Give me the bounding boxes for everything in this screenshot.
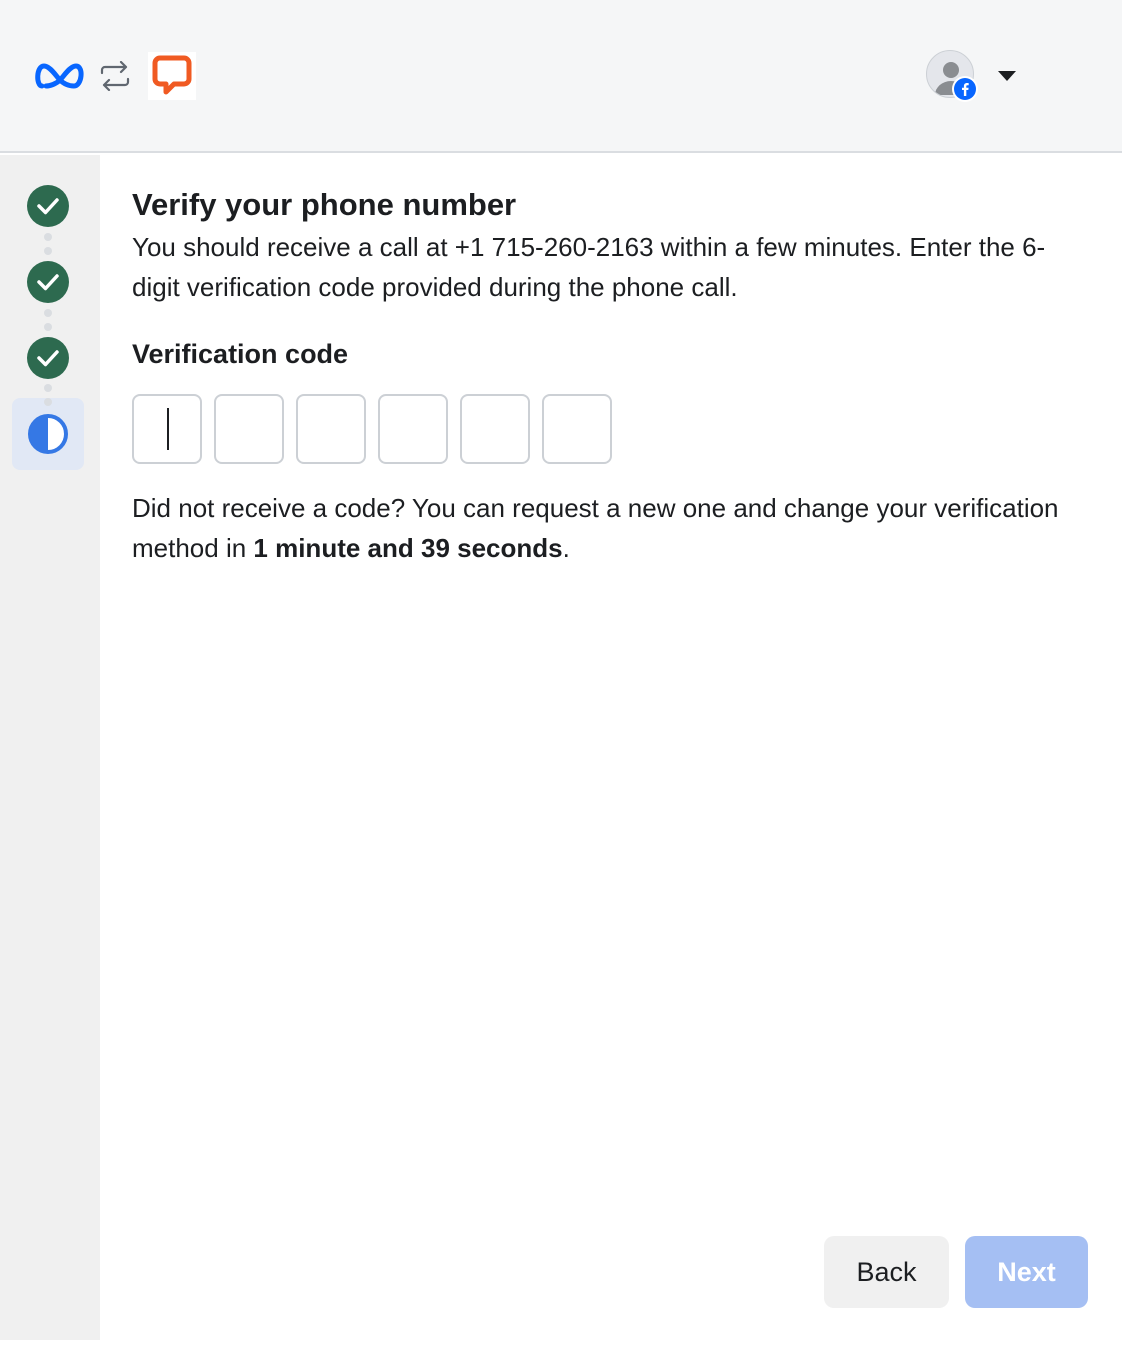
- chat-bubble-logo-icon: [148, 52, 196, 100]
- back-button[interactable]: Back: [824, 1236, 949, 1308]
- step-2-check-circle-icon: [26, 260, 70, 304]
- resend-countdown: 1 minute and 39 seconds: [253, 533, 563, 563]
- step-3-check-circle-icon: [26, 336, 70, 380]
- progress-stepper: [0, 155, 100, 1340]
- logo-group: [34, 52, 196, 100]
- page-title: Verify your phone number: [132, 187, 517, 222]
- verification-code-label: Verification code: [132, 339, 349, 369]
- swap-arrows-icon: [98, 52, 134, 100]
- step-connector-dot: [44, 233, 52, 241]
- step-1-check-circle-icon: [26, 184, 70, 228]
- resend-suffix: .: [562, 533, 570, 563]
- step-connector-dot: [44, 247, 52, 255]
- step-connector-dot: [44, 398, 52, 406]
- facebook-icon: [952, 76, 978, 102]
- meta-logo-icon: [34, 52, 86, 100]
- code-digit-4-input[interactable]: [378, 394, 448, 464]
- top-bar: [0, 0, 1122, 153]
- step-connector-dot: [44, 384, 52, 392]
- page-description: You should receive a call at +1 715-260-…: [132, 232, 1046, 302]
- code-digit-1-input[interactable]: [132, 394, 202, 464]
- step-connector-dot: [44, 309, 52, 317]
- text-cursor: [167, 408, 169, 450]
- code-digit-3-input[interactable]: [296, 394, 366, 464]
- verification-code-input-group[interactable]: [132, 394, 624, 464]
- account-menu[interactable]: [926, 50, 1018, 102]
- code-digit-2-input[interactable]: [214, 394, 284, 464]
- code-digit-6-input[interactable]: [542, 394, 612, 464]
- avatar[interactable]: [926, 50, 978, 102]
- resend-code-notice: Did not receive a code? You can request …: [132, 488, 1092, 568]
- code-digit-5-input[interactable]: [460, 394, 530, 464]
- next-button[interactable]: Next: [965, 1236, 1088, 1308]
- caret-down-icon[interactable]: [998, 69, 1018, 83]
- verification-panel: Verify your phone number You should rece…: [100, 155, 1122, 1340]
- step-4-half-circle-icon: [26, 412, 70, 456]
- step-connector-dot: [44, 323, 52, 331]
